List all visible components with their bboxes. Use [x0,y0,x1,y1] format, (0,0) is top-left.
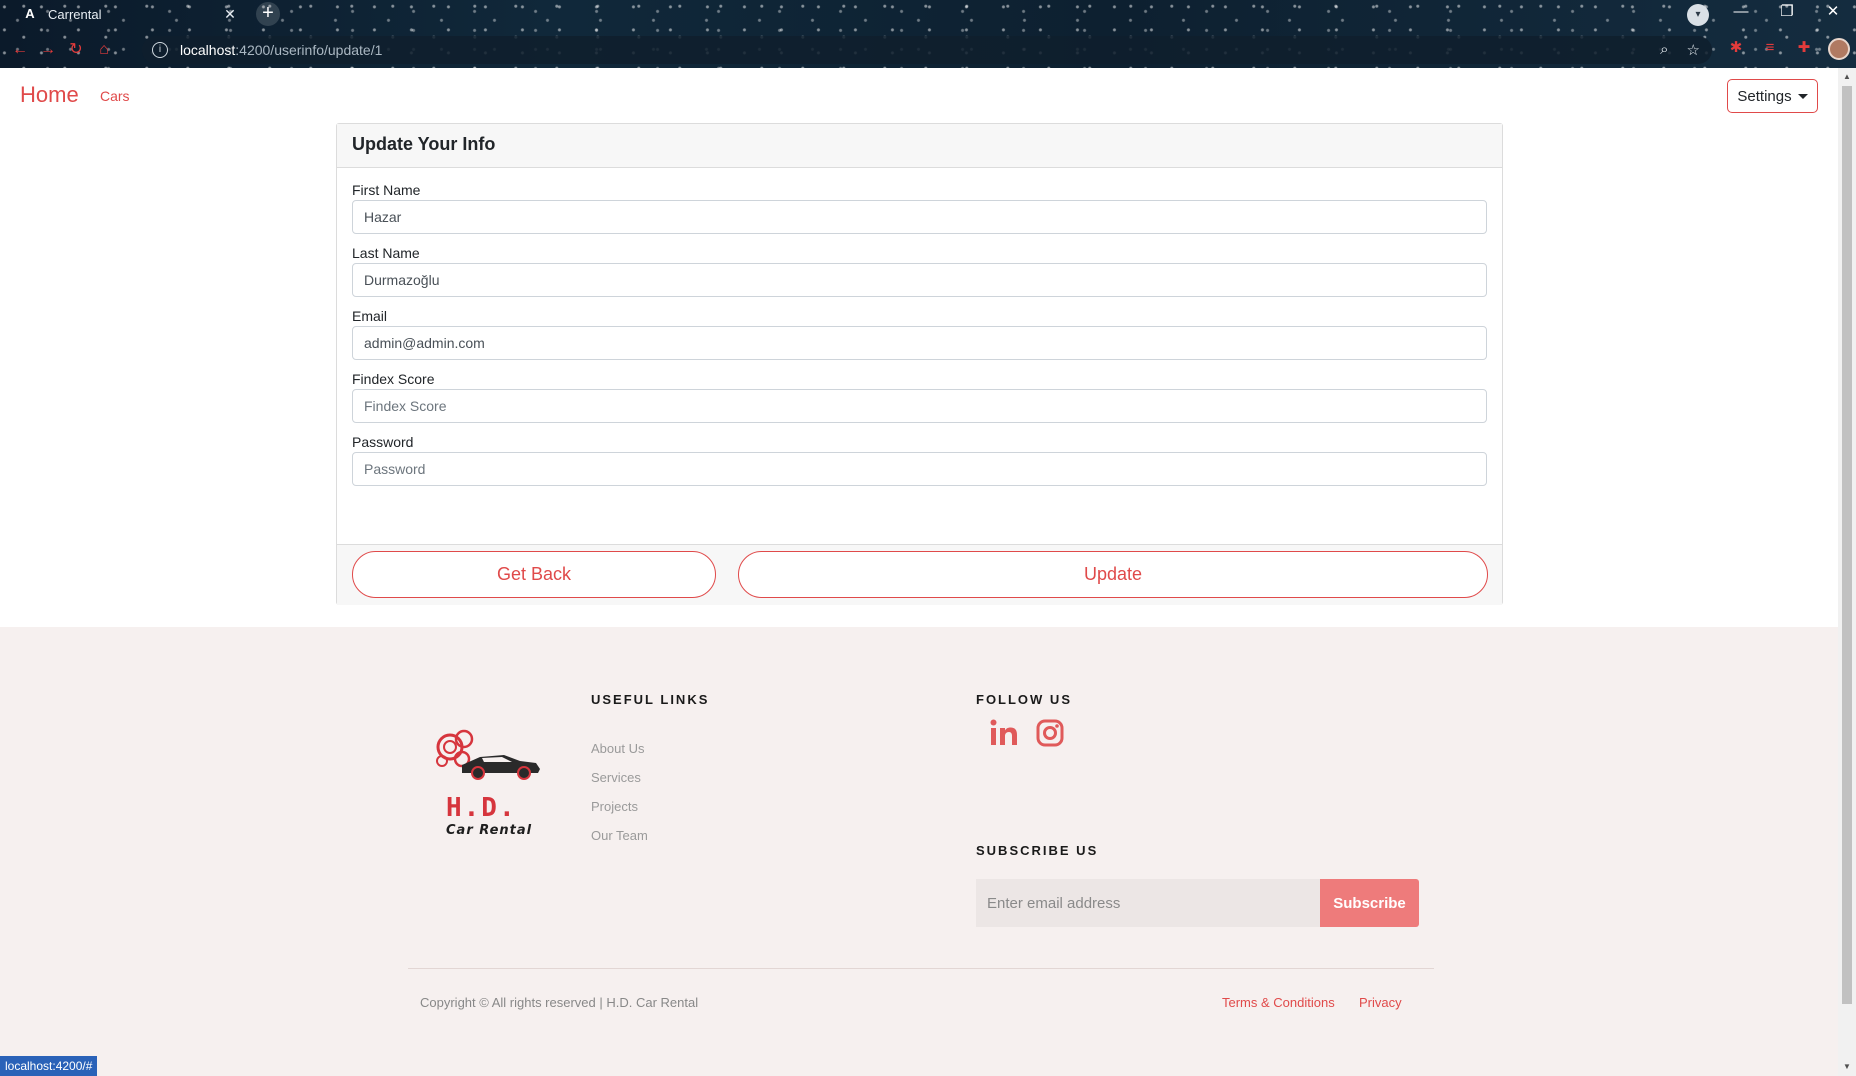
findex-score-label: Findex Score [352,371,435,387]
angular-favicon-icon: A [25,6,35,21]
card-footer: Get Back Update [337,544,1502,605]
linkedin-icon[interactable] [988,717,1020,749]
update-button[interactable]: Update [738,551,1488,598]
footer-link-services[interactable]: Services [591,770,641,785]
nav-home-link[interactable]: Home [20,82,79,108]
subscribe-email-input[interactable] [976,879,1320,927]
restore-button[interactable]: ❐ [1764,0,1810,26]
url-host: localhost [180,42,236,58]
logo-subtitle: Car Rental [446,823,533,838]
logo-title: H.D. [446,793,517,823]
terms-link[interactable]: Terms & Conditions [1222,995,1335,1010]
useful-links-heading: USEFUL LINKS [591,692,710,707]
password-label: Password [352,434,414,450]
first-name-group: First Name [352,182,1487,234]
copyright-text: Copyright © All rights reserved | H.D. C… [420,995,699,1010]
extension-icon[interactable]: ✱ [1726,38,1746,58]
browser-toolbar: ← → ↻ ⌂ i localhost:4200/userinfo/update… [0,34,1856,66]
nav-cars-link[interactable]: Cars [100,88,130,104]
browser-tab[interactable]: A Carrental ✕ [8,0,246,28]
form-body: First Name Last Name Email Findex Score … [337,168,1502,543]
privacy-link[interactable]: Privacy [1359,995,1402,1010]
tab-close-icon[interactable]: ✕ [222,6,238,22]
password-input[interactable] [352,452,1487,486]
get-back-button[interactable]: Get Back [352,551,716,598]
minimize-button[interactable]: — [1718,0,1764,26]
scroll-up-icon[interactable]: ▲ [1842,72,1852,82]
forward-icon[interactable]: → [34,36,62,64]
follow-us-heading: FOLLOW US [976,692,1072,707]
findex-score-group: Findex Score [352,371,1487,423]
last-name-input[interactable] [352,263,1487,297]
back-icon[interactable]: ← [6,36,34,64]
new-tab-button[interactable]: + [256,2,280,26]
extension-icon[interactable]: ≡ [1760,38,1780,58]
subscribe-heading: SUBSCRIBE US [976,843,1099,858]
last-name-group: Last Name [352,245,1487,297]
email-label: Email [352,308,388,324]
footer-link-team[interactable]: Our Team [591,828,648,843]
address-bar[interactable]: i localhost:4200/userinfo/update/1 ⌕ ☆ [142,36,1712,64]
settings-dropdown-button[interactable]: Settings [1727,79,1818,113]
settings-label: Settings [1737,87,1792,105]
tab-title: Carrental [48,6,102,22]
tab-search-icon[interactable]: ▾ [1687,4,1709,26]
findex-score-input[interactable] [352,389,1487,423]
search-icon[interactable]: ⌕ [1660,41,1668,59]
caret-down-icon [1797,93,1808,99]
last-name-label: Last Name [352,245,420,261]
status-url-bar: localhost:4200/# [0,1056,98,1076]
extensions-puzzle-icon[interactable]: ✚ [1794,38,1814,58]
scroll-down-icon[interactable]: ▼ [1842,1062,1852,1072]
page: Home Cars Settings Update Your Info Firs… [0,68,1838,1076]
instagram-icon[interactable] [1034,717,1066,749]
email-input[interactable] [352,326,1487,360]
password-group: Password [352,434,1487,486]
email-group: Email [352,308,1487,360]
browser-chrome: A Carrental ✕ + ▾ — ❐ ✕ ← → ↻ ⌂ i localh… [0,0,1856,68]
footer-divider [408,968,1434,969]
update-info-card: Update Your Info First Name Last Name Em… [336,123,1503,605]
page-scrollbar[interactable]: ▲ ▼ [1838,68,1856,1076]
url-path: :4200/userinfo/update/1 [235,42,383,58]
first-name-input[interactable] [352,200,1487,234]
subscribe-button[interactable]: Subscribe [1320,879,1419,927]
close-window-button[interactable]: ✕ [1810,0,1856,26]
card-title: Update Your Info [337,124,1502,168]
home-icon[interactable]: ⌂ [90,36,118,64]
info-icon[interactable]: i [152,42,168,58]
reload-icon[interactable]: ↻ [62,36,90,64]
avatar[interactable] [1828,38,1850,60]
site-footer: H.D. Car Rental USEFUL LINKS About Us Se… [0,627,1838,1076]
scrollbar-thumb[interactable] [1842,86,1852,1004]
footer-link-projects[interactable]: Projects [591,799,638,814]
footer-link-about[interactable]: About Us [591,741,644,756]
star-icon[interactable]: ☆ [1687,41,1700,59]
first-name-label: First Name [352,182,421,198]
